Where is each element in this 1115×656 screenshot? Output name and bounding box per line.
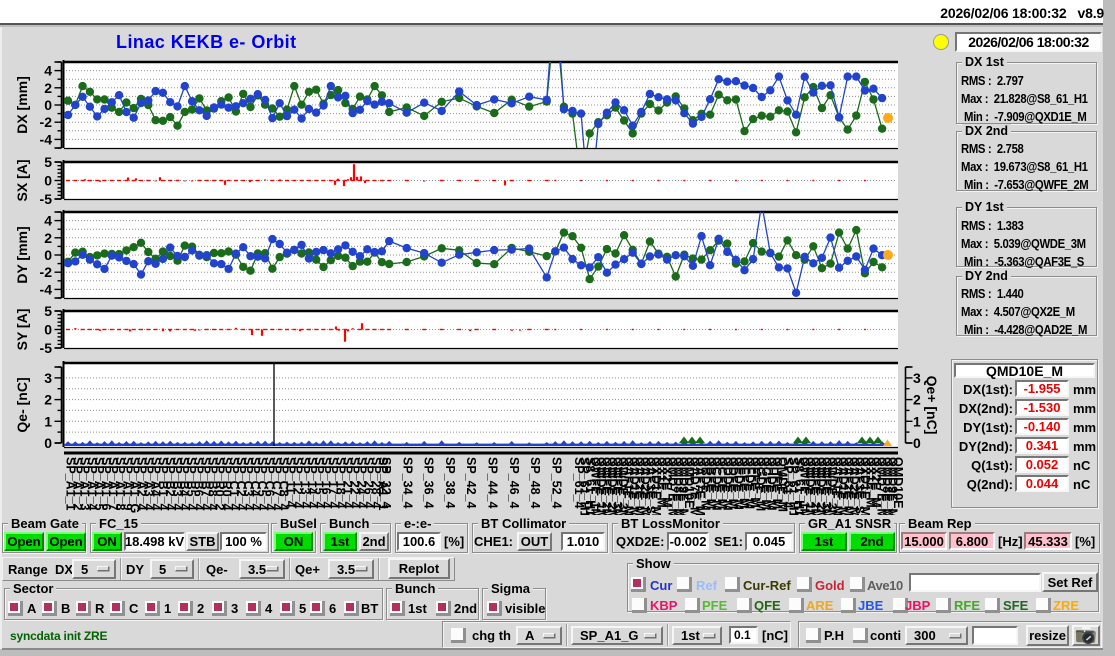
svg-text:SY [A]: SY [A] <box>14 309 30 351</box>
svg-text:-4: -4 <box>40 131 53 147</box>
svg-text:0: 0 <box>913 435 921 451</box>
svg-text:-4: -4 <box>40 281 53 297</box>
svg-text:2: 2 <box>44 392 52 408</box>
svg-text:SP_46_4: SP_46_4 <box>507 457 521 508</box>
svg-text:DX [mm]: DX [mm] <box>14 76 30 134</box>
svg-text:-2: -2 <box>40 114 53 130</box>
svg-text:SP_52_4: SP_52_4 <box>549 457 563 508</box>
svg-text:Qe+ [nC]: Qe+ [nC] <box>924 376 940 435</box>
svg-text:SP_34_4: SP_34_4 <box>400 457 414 508</box>
svg-text:4: 4 <box>44 213 52 229</box>
svg-text:2: 2 <box>44 230 52 246</box>
svg-text:0: 0 <box>44 173 52 189</box>
svg-text:SP_32_4: SP_32_4 <box>379 457 393 508</box>
svg-text:5: 5 <box>44 154 52 170</box>
svg-text:1: 1 <box>44 413 52 429</box>
svg-text:1: 1 <box>913 413 921 429</box>
svg-text:2: 2 <box>913 392 921 408</box>
svg-text:-2: -2 <box>40 264 53 280</box>
svg-text:Qe- [nC]: Qe- [nC] <box>14 377 30 432</box>
svg-text:0: 0 <box>44 247 52 263</box>
svg-text:SP_36_4: SP_36_4 <box>422 457 436 508</box>
svg-text:SP_44_4: SP_44_4 <box>486 457 500 508</box>
svg-text:SP_42_4: SP_42_4 <box>464 457 478 508</box>
svg-text:4: 4 <box>44 63 52 79</box>
svg-text:0: 0 <box>44 97 52 113</box>
svg-text:3: 3 <box>44 370 52 386</box>
svg-text:DY [mm]: DY [mm] <box>14 226 30 283</box>
svg-text:3: 3 <box>913 370 921 386</box>
svg-text:-5: -5 <box>40 340 53 356</box>
svg-text:5: 5 <box>44 303 52 319</box>
svg-text:SP_38_4: SP_38_4 <box>443 457 457 508</box>
svg-text:-5: -5 <box>40 191 53 207</box>
svg-text:QMD10E_M: QMD10E_M <box>891 457 905 515</box>
svg-text:0: 0 <box>44 322 52 338</box>
svg-text:SP_48_4: SP_48_4 <box>528 457 542 508</box>
svg-text:0: 0 <box>44 435 52 451</box>
svg-text:2: 2 <box>44 80 52 96</box>
svg-text:SX [A]: SX [A] <box>14 160 30 202</box>
